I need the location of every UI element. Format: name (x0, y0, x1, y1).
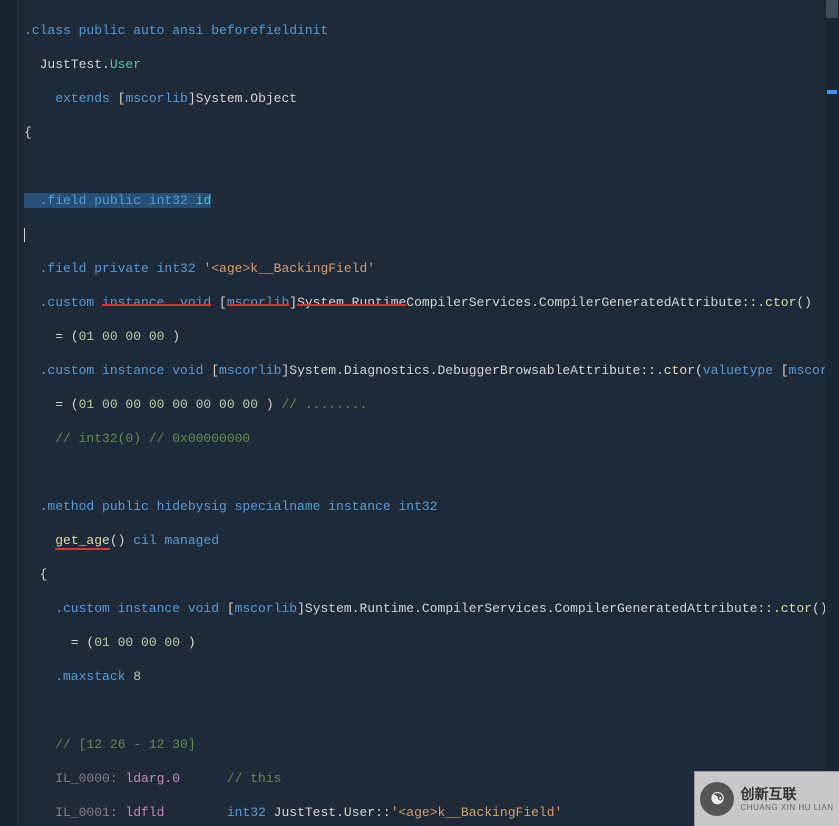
text-cursor (24, 228, 25, 242)
code-line: JustTest.User (18, 56, 825, 73)
code-line: // [12 26 - 12 30] (18, 736, 825, 753)
code-line: { (18, 566, 825, 583)
code-line: = (01 00 00 00 00 00 00 00 ) // ........ (18, 396, 825, 413)
code-line: // int32(0) // 0x00000000 (18, 430, 825, 447)
code-line: .field private int32 '<age>k__BackingFie… (18, 260, 825, 277)
watermark-text-en: CHUANG XIN HU LIAN (740, 803, 833, 813)
code-line: { (18, 124, 825, 141)
code-line (18, 158, 825, 175)
code-line: .custom instance void [mscorlib]System.R… (18, 294, 825, 311)
code-line: = (01 00 00 00 ) (18, 328, 825, 345)
code-line: = (01 00 00 00 ) (18, 634, 825, 651)
code-line: .custom instance void [mscorlib]System.R… (18, 600, 825, 617)
scrollbar-thumb[interactable] (826, 0, 838, 18)
code-line: extends [mscorlib]System.Object (18, 90, 825, 107)
code-line: .custom instance void [mscorlib]System.D… (18, 362, 825, 379)
code-line (18, 226, 825, 243)
watermark-icon: ☯ (700, 782, 734, 816)
code-line (18, 464, 825, 481)
code-line: .method public hidebysig specialname ins… (18, 498, 825, 515)
code-line: get_age() cil managed (18, 532, 825, 549)
scrollbar-selection-marker (827, 90, 837, 94)
code-line: .class public auto ansi beforefieldinit (18, 22, 825, 39)
code-editor[interactable]: .class public auto ansi beforefieldinit … (18, 5, 825, 826)
editor-gutter (0, 0, 18, 826)
watermark-logo: ☯ 创新互联 CHUANG XIN HU LIAN (694, 771, 839, 826)
code-line: .maxstack 8 (18, 668, 825, 685)
vertical-scrollbar[interactable] (825, 0, 839, 826)
code-line (18, 702, 825, 719)
watermark-text-cn: 创新互联 (740, 786, 833, 803)
code-line: .field public int32 id (18, 192, 825, 209)
